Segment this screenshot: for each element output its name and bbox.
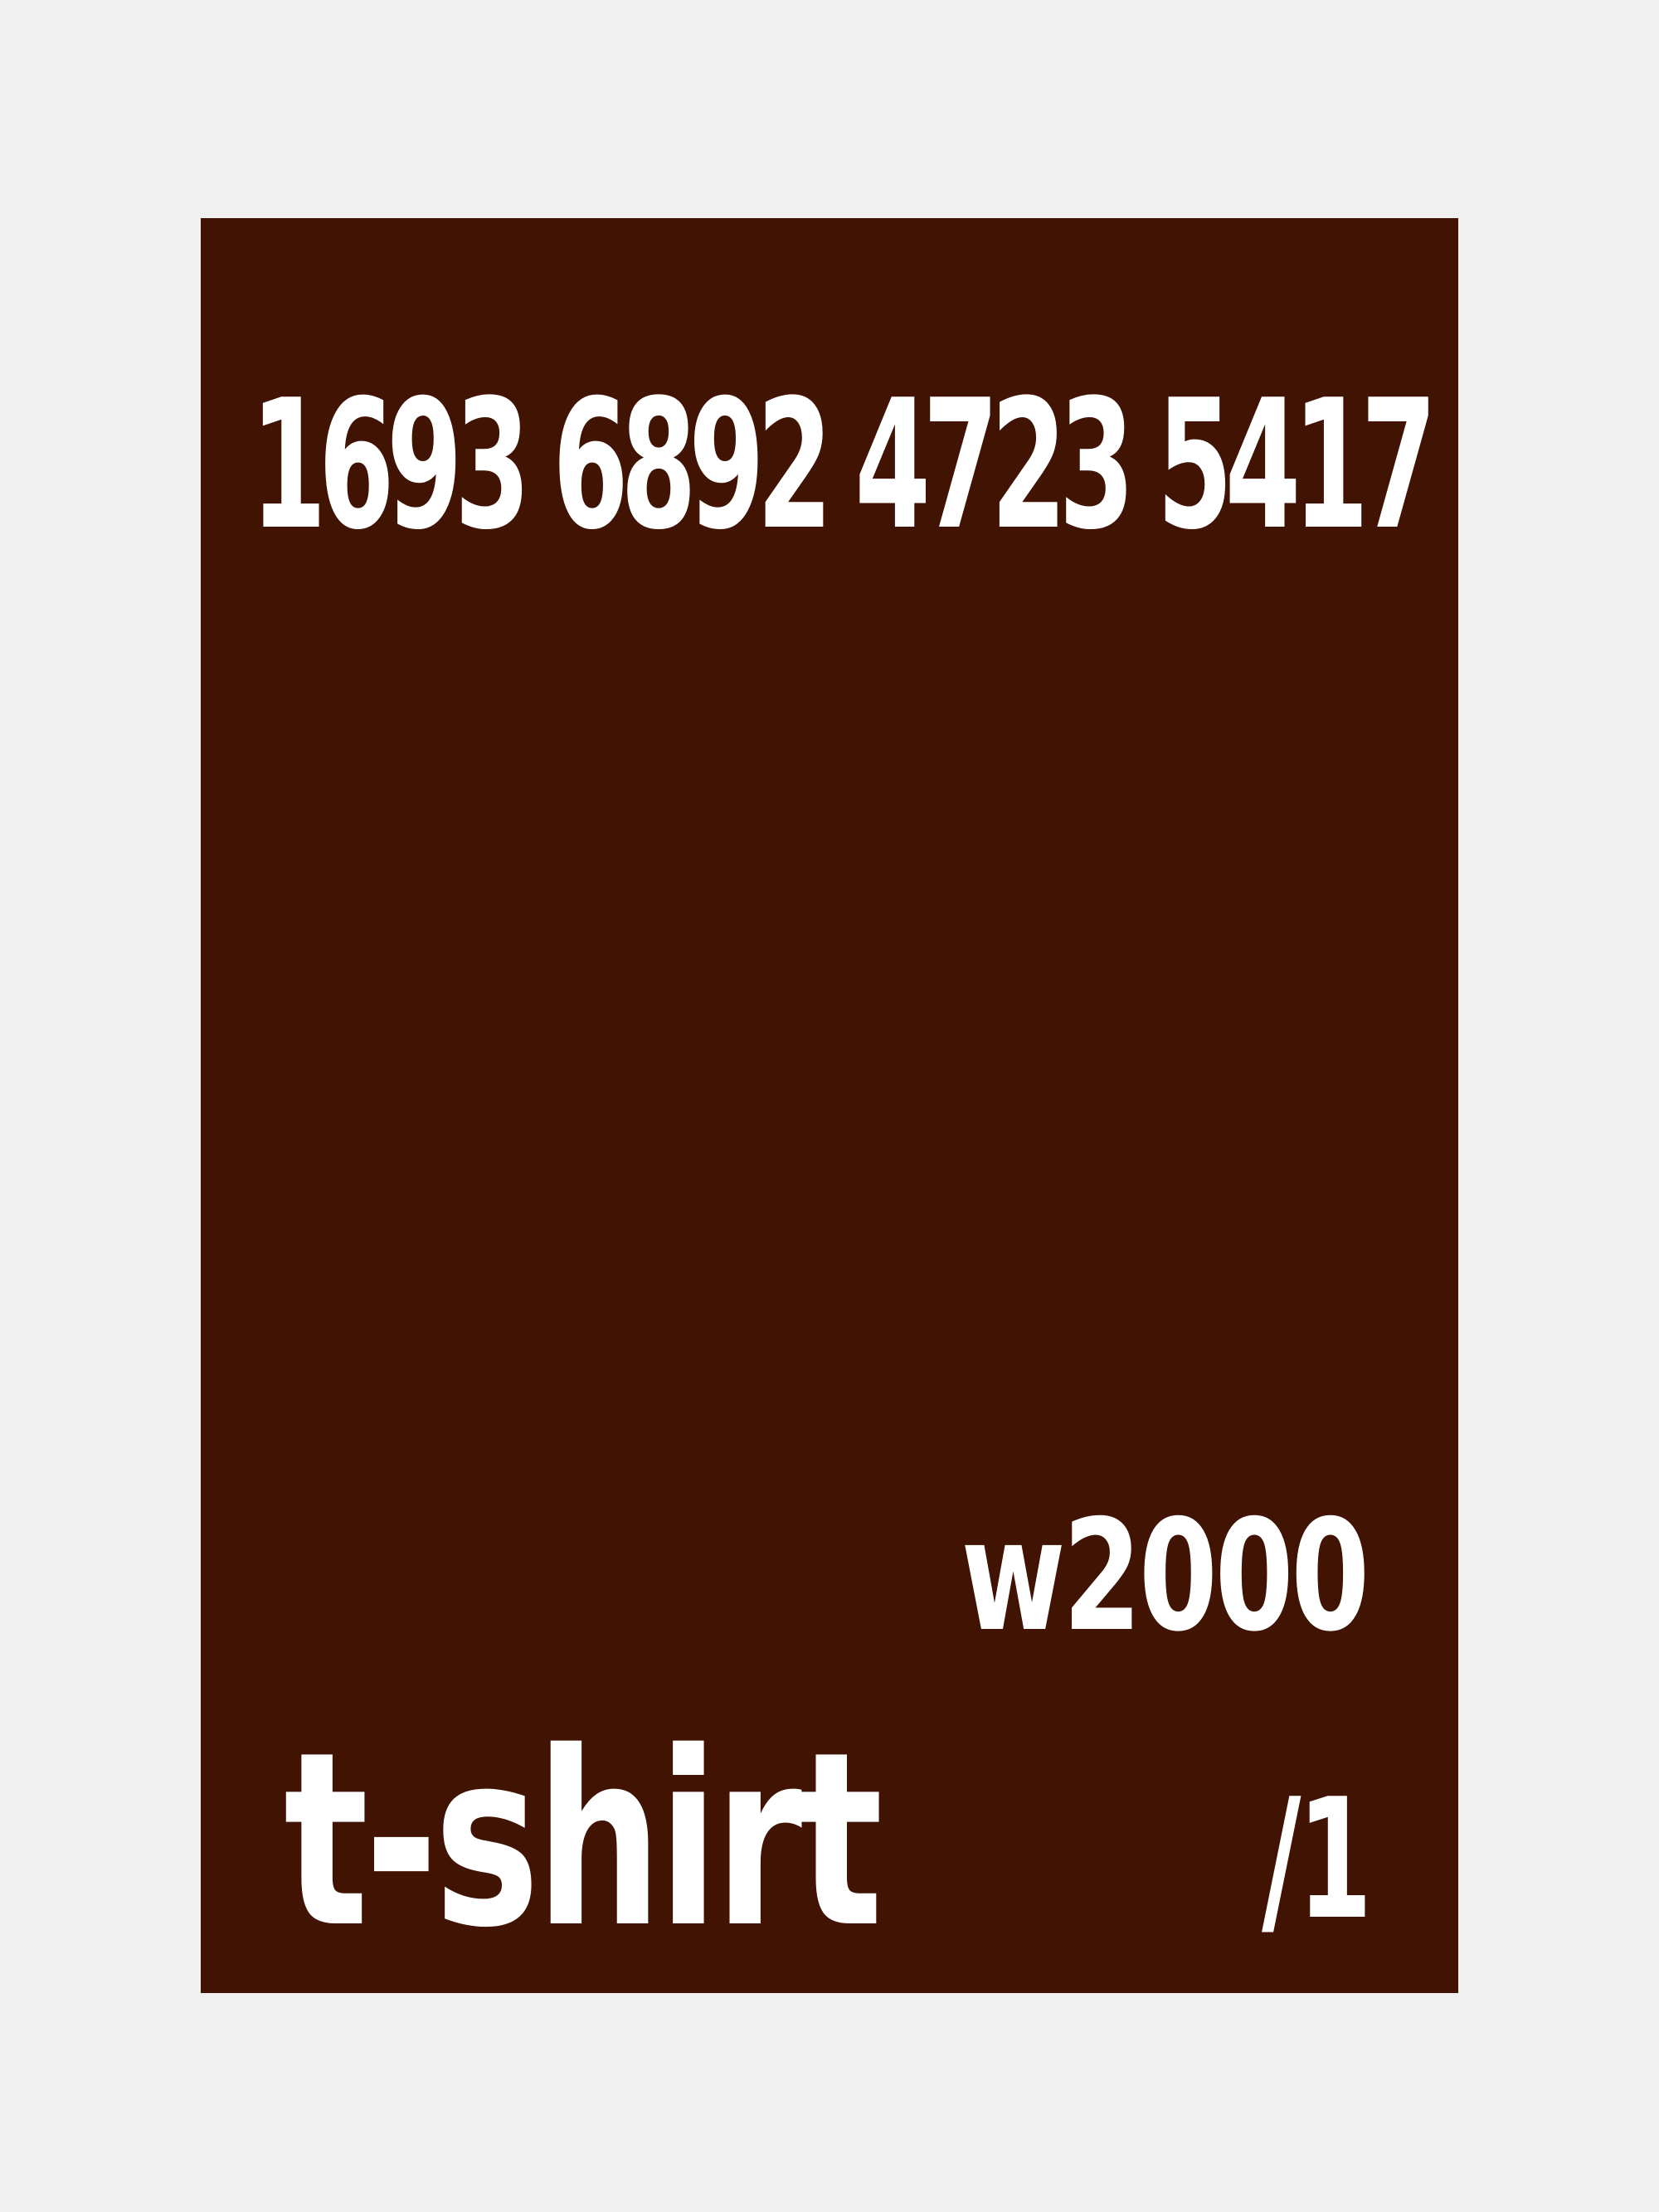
page-index: /1 [1262,1763,1372,1957]
label-card: 1693 6892 4723 5417 w2000 t-shirt /1 [201,218,1458,1993]
model-code: w2000 [961,1486,1370,1665]
product-name: t-shirt [284,1701,883,1981]
serial-number: 1693 6892 4723 5417 [251,361,1437,569]
